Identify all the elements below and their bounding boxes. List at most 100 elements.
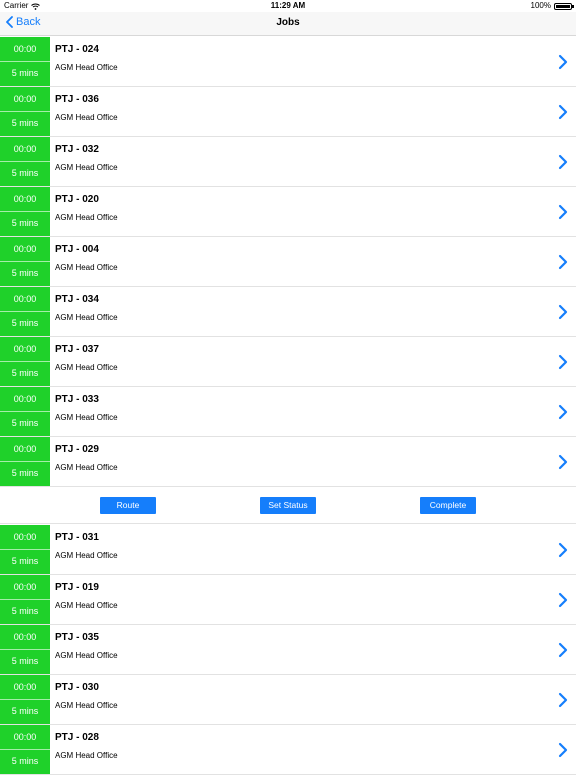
start-time: 00:00 [13,244,37,254]
time-divider [0,411,50,412]
time-divider [0,699,50,700]
route-button[interactable]: Route [100,497,156,514]
start-time: 00:00 [13,94,37,104]
start-time: 00:00 [13,444,37,454]
start-time: 00:00 [13,44,37,54]
time-divider [0,599,50,600]
job-location: AGM Head Office [55,63,118,72]
status-time: 11:29 AM [270,1,306,10]
battery-percent: 100% [530,1,551,10]
time-block: 00:00 5 mins [0,337,50,386]
time-divider [0,549,50,550]
job-code: PTJ - 031 [55,532,99,543]
start-time: 00:00 [13,344,37,354]
time-block: 00:00 5 mins [0,187,50,236]
time-divider [0,311,50,312]
chevron-right-icon[interactable] [558,454,568,470]
job-row[interactable]: 00:00 5 mins PTJ - 037 AGM Head Office [0,337,576,387]
chevron-right-icon[interactable] [558,742,568,758]
navigation-bar: Back Jobs [0,12,576,36]
time-divider [0,211,50,212]
job-code: PTJ - 019 [55,582,99,593]
duration: 5 mins [11,606,39,616]
time-block: 00:00 5 mins [0,37,50,86]
time-block: 00:00 5 mins [0,287,50,336]
job-location: AGM Head Office [55,163,118,172]
job-row[interactable]: 00:00 5 mins PTJ - 029 AGM Head Office [0,437,576,487]
time-divider [0,161,50,162]
duration: 5 mins [11,68,39,78]
chevron-right-icon[interactable] [558,204,568,220]
duration: 5 mins [11,706,39,716]
job-row[interactable]: 00:00 5 mins PTJ - 032 AGM Head Office [0,137,576,187]
chevron-right-icon[interactable] [558,404,568,420]
chevron-right-icon[interactable] [558,592,568,608]
start-time: 00:00 [13,732,37,742]
start-time: 00:00 [13,194,37,204]
time-block: 00:00 5 mins [0,675,50,724]
chevron-right-icon[interactable] [558,354,568,370]
jobs-list-bottom: 00:00 5 mins PTJ - 031 AGM Head Office 00:00… [0,525,576,775]
job-row[interactable]: 00:00 5 mins PTJ - 019 AGM Head Office [0,575,576,625]
time-divider [0,461,50,462]
time-block: 00:00 5 mins [0,575,50,624]
start-time: 00:00 [13,582,37,592]
job-row[interactable]: 00:00 5 mins PTJ - 036 AGM Head Office [0,87,576,137]
chevron-right-icon[interactable] [558,304,568,320]
job-location: AGM Head Office [55,463,118,472]
chevron-right-icon[interactable] [558,54,568,70]
start-time: 00:00 [13,394,37,404]
time-divider [0,649,50,650]
chevron-right-icon[interactable] [558,692,568,708]
job-location: AGM Head Office [55,651,118,660]
job-location: AGM Head Office [55,213,118,222]
job-code: PTJ - 032 [55,144,99,155]
time-block: 00:00 5 mins [0,387,50,436]
battery: 100% [530,0,574,12]
set-status-button[interactable]: Set Status [260,497,316,514]
time-divider [0,749,50,750]
job-location: AGM Head Office [55,263,118,272]
job-row[interactable]: 00:00 5 mins PTJ - 034 AGM Head Office [0,287,576,337]
job-row[interactable]: 00:00 5 mins PTJ - 031 AGM Head Office [0,525,576,575]
chevron-right-icon[interactable] [558,154,568,170]
time-block: 00:00 5 mins [0,237,50,286]
job-code: PTJ - 030 [55,682,99,693]
job-row[interactable]: 00:00 5 mins PTJ - 024 AGM Head Office [0,37,576,87]
job-location: AGM Head Office [55,701,118,710]
job-code: PTJ - 037 [55,344,99,355]
duration: 5 mins [11,168,39,178]
job-code: PTJ - 029 [55,444,99,455]
duration: 5 mins [11,468,39,478]
complete-button[interactable]: Complete [420,497,476,514]
start-time: 00:00 [13,632,37,642]
time-divider [0,61,50,62]
job-row[interactable]: 00:00 5 mins PTJ - 020 AGM Head Office [0,187,576,237]
job-location: AGM Head Office [55,413,118,422]
job-code: PTJ - 034 [55,294,99,305]
chevron-right-icon[interactable] [558,542,568,558]
job-code: PTJ - 028 [55,732,99,743]
start-time: 00:00 [13,682,37,692]
job-location: AGM Head Office [55,751,118,760]
job-row[interactable]: 00:00 5 mins PTJ - 004 AGM Head Office [0,237,576,287]
duration: 5 mins [11,756,39,766]
job-code: PTJ - 036 [55,94,99,105]
chevron-right-icon[interactable] [558,104,568,120]
job-code: PTJ - 024 [55,44,99,55]
duration: 5 mins [11,656,39,666]
job-code: PTJ - 020 [55,194,99,205]
duration: 5 mins [11,556,39,566]
time-divider [0,111,50,112]
chevron-right-icon[interactable] [558,642,568,658]
time-block: 00:00 5 mins [0,137,50,186]
time-block: 00:00 5 mins [0,87,50,136]
job-row[interactable]: 00:00 5 mins PTJ - 030 AGM Head Office [0,675,576,725]
duration: 5 mins [11,118,39,128]
chevron-right-icon[interactable] [558,254,568,270]
job-row[interactable]: 00:00 5 mins PTJ - 035 AGM Head Office [0,625,576,675]
job-location: AGM Head Office [55,601,118,610]
duration: 5 mins [11,218,39,228]
action-bar: Route Set Status Complete [0,487,576,524]
job-row[interactable]: 00:00 5 mins PTJ - 033 AGM Head Office [0,387,576,437]
